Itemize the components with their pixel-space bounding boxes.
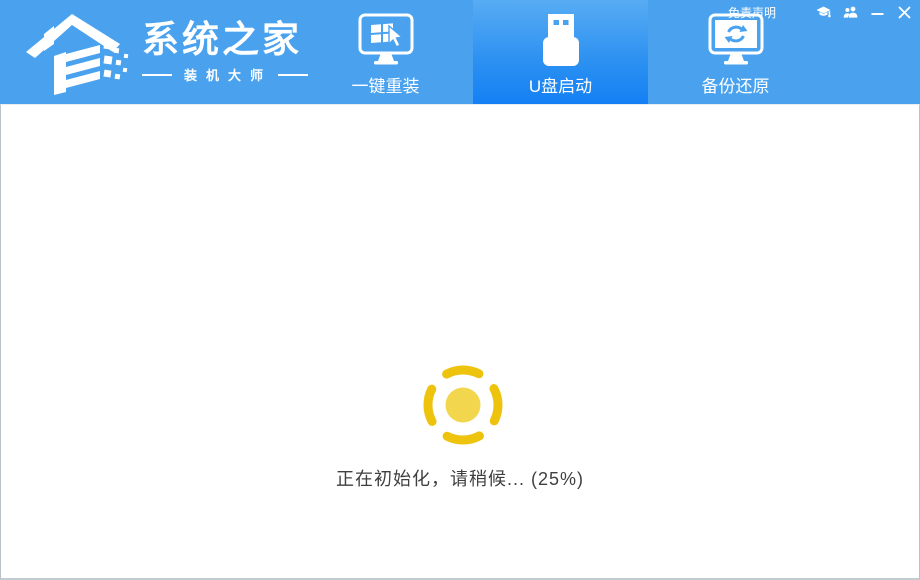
service-cap-icon[interactable] <box>816 5 831 20</box>
subtitle-left-rule <box>142 74 172 76</box>
content-area: 正在初始化，请稍候... (25%) <box>0 104 920 580</box>
loading-spinner-icon <box>415 357 511 453</box>
users-icon[interactable] <box>843 5 858 20</box>
tab-label-backup-restore: 备份还原 <box>702 72 770 97</box>
tab-usb-boot[interactable]: U盘启动 <box>473 0 648 104</box>
disclaimer-link[interactable]: 免责声明 <box>728 4 776 21</box>
house-pixels-icon <box>24 8 136 96</box>
brand-logo: 系统之家 装机大师 <box>24 8 308 96</box>
brand-subtitle-row: 装机大师 <box>142 65 308 84</box>
usb-drive-icon <box>531 12 591 68</box>
tab-label-one-key-reinstall: 一键重装 <box>352 72 420 97</box>
brand-subtitle: 装机大师 <box>184 65 272 84</box>
status-message: 正在初始化，请稍候... (25%) <box>1 465 919 491</box>
tab-one-key-reinstall[interactable]: 一键重装 <box>298 0 473 104</box>
close-button[interactable] <box>897 5 912 20</box>
tab-label-usb-boot: U盘启动 <box>529 72 592 97</box>
reinstall-monitor-icon <box>356 12 416 68</box>
app-window: 系统之家 装机大师 <box>0 0 920 580</box>
app-header: 系统之家 装机大师 <box>0 0 920 104</box>
brand-name: 系统之家 <box>142 20 308 61</box>
minimize-button[interactable] <box>870 5 885 20</box>
titlebar-controls: 免责声明 <box>728 4 912 20</box>
brand-text: 系统之家 装机大师 <box>142 20 308 85</box>
